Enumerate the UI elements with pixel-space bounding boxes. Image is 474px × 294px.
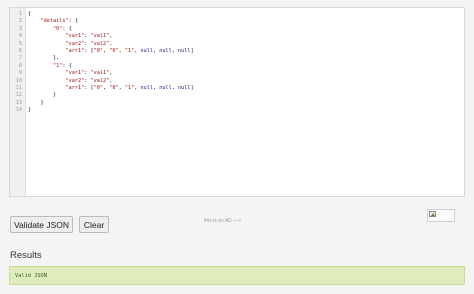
code-token: , (109, 33, 113, 40)
code-token: : { (68, 18, 78, 25)
code-line: "arr1": ["0", "0", "1", null, null, null… (28, 48, 194, 55)
line-number: 9 (18, 70, 22, 77)
code-token: null (177, 85, 191, 91)
code-line: }, (28, 55, 59, 62)
code-line: "arr1": ["0", "0", "1", null, null, null… (28, 85, 194, 92)
code-line: "0": { (28, 26, 72, 33)
code-token: "0" (93, 48, 103, 54)
code-token: ] (190, 48, 194, 54)
line-number: 5 (18, 40, 22, 47)
code-token: : [ (84, 48, 94, 54)
code-token: "0" (109, 85, 119, 91)
code-token: "arr1" (65, 85, 85, 91)
line-number: 1 (18, 11, 22, 17)
line-number: 13 (15, 99, 22, 106)
line-number: 10 (15, 77, 22, 84)
result-message: Valid JSON (15, 273, 47, 279)
code-line: { (28, 11, 31, 18)
code-token: , (109, 77, 113, 84)
code-token: "0" (53, 25, 63, 32)
code-token: , (109, 70, 113, 77)
line-number-gutter: 1 2 3 4 5 6 7 8 9 10 11 12 13 14 (10, 8, 26, 196)
code-line: } (28, 107, 31, 114)
code-line: "1": { (28, 63, 72, 70)
code-token: "1" (53, 62, 63, 69)
code-token: "details" (40, 18, 69, 25)
code-line: "var1": "val1", (28, 33, 112, 40)
code-token: : { (62, 62, 72, 69)
code-token: } (28, 107, 32, 114)
code-line: "var2": "val2", (28, 78, 112, 85)
line-number: 14 (15, 107, 22, 114)
line-number: 8 (18, 62, 22, 69)
clear-button[interactable]: Clear (79, 216, 109, 233)
code-token: "var1" (65, 33, 85, 40)
code-token: "val1" (90, 70, 110, 77)
code-token: null (140, 85, 153, 91)
code-token: "var2" (65, 40, 85, 47)
ad-image[interactable] (427, 209, 455, 222)
result-message-box: Valid JSON (9, 266, 465, 285)
code-token: "0" (93, 85, 103, 91)
code-token: null (140, 48, 153, 54)
code-line: "var2": "val2", (28, 41, 112, 48)
code-line: } (28, 99, 44, 107)
code-token: null (159, 48, 172, 54)
code-token: "1" (124, 48, 135, 54)
code-line: } (28, 92, 56, 99)
code-token: "0" (109, 48, 119, 54)
broken-image-icon (429, 211, 436, 217)
code-token: } (28, 92, 57, 99)
code-token: "val2" (90, 77, 110, 84)
code-line: "var1": "val1", (28, 70, 112, 77)
code-token: { (28, 11, 32, 17)
ad-text: this is an AD ---> (204, 218, 242, 224)
results-heading: Results (10, 250, 42, 261)
code-token: null (177, 48, 191, 54)
code-token: "arr1" (65, 48, 85, 54)
code-token: "var2" (65, 77, 85, 84)
code-token: }, (28, 55, 60, 62)
line-number: 12 (15, 92, 22, 99)
code-token: } (28, 99, 44, 106)
code-token: ] (190, 85, 194, 91)
code-line: "details": { (28, 18, 78, 25)
line-number: 4 (18, 33, 22, 40)
code-token: : [ (84, 85, 94, 91)
code-token: , (109, 40, 113, 47)
validate-json-button[interactable]: Validate JSON (10, 216, 73, 233)
json-editor[interactable]: 1 2 3 4 5 6 7 8 9 10 11 12 13 14 { "details": { "0": … (9, 7, 465, 197)
code-token: "var1" (65, 70, 85, 77)
line-number: 6 (18, 48, 22, 54)
line-number: 3 (18, 25, 22, 32)
code-token: "val2" (90, 40, 110, 47)
line-number: 11 (15, 85, 22, 91)
code-token: null (159, 85, 172, 91)
code-token: "val1" (90, 33, 110, 40)
line-number: 7 (18, 55, 22, 62)
code-token: "1" (124, 85, 135, 91)
line-number: 2 (18, 18, 22, 25)
code-token: : { (62, 25, 72, 32)
